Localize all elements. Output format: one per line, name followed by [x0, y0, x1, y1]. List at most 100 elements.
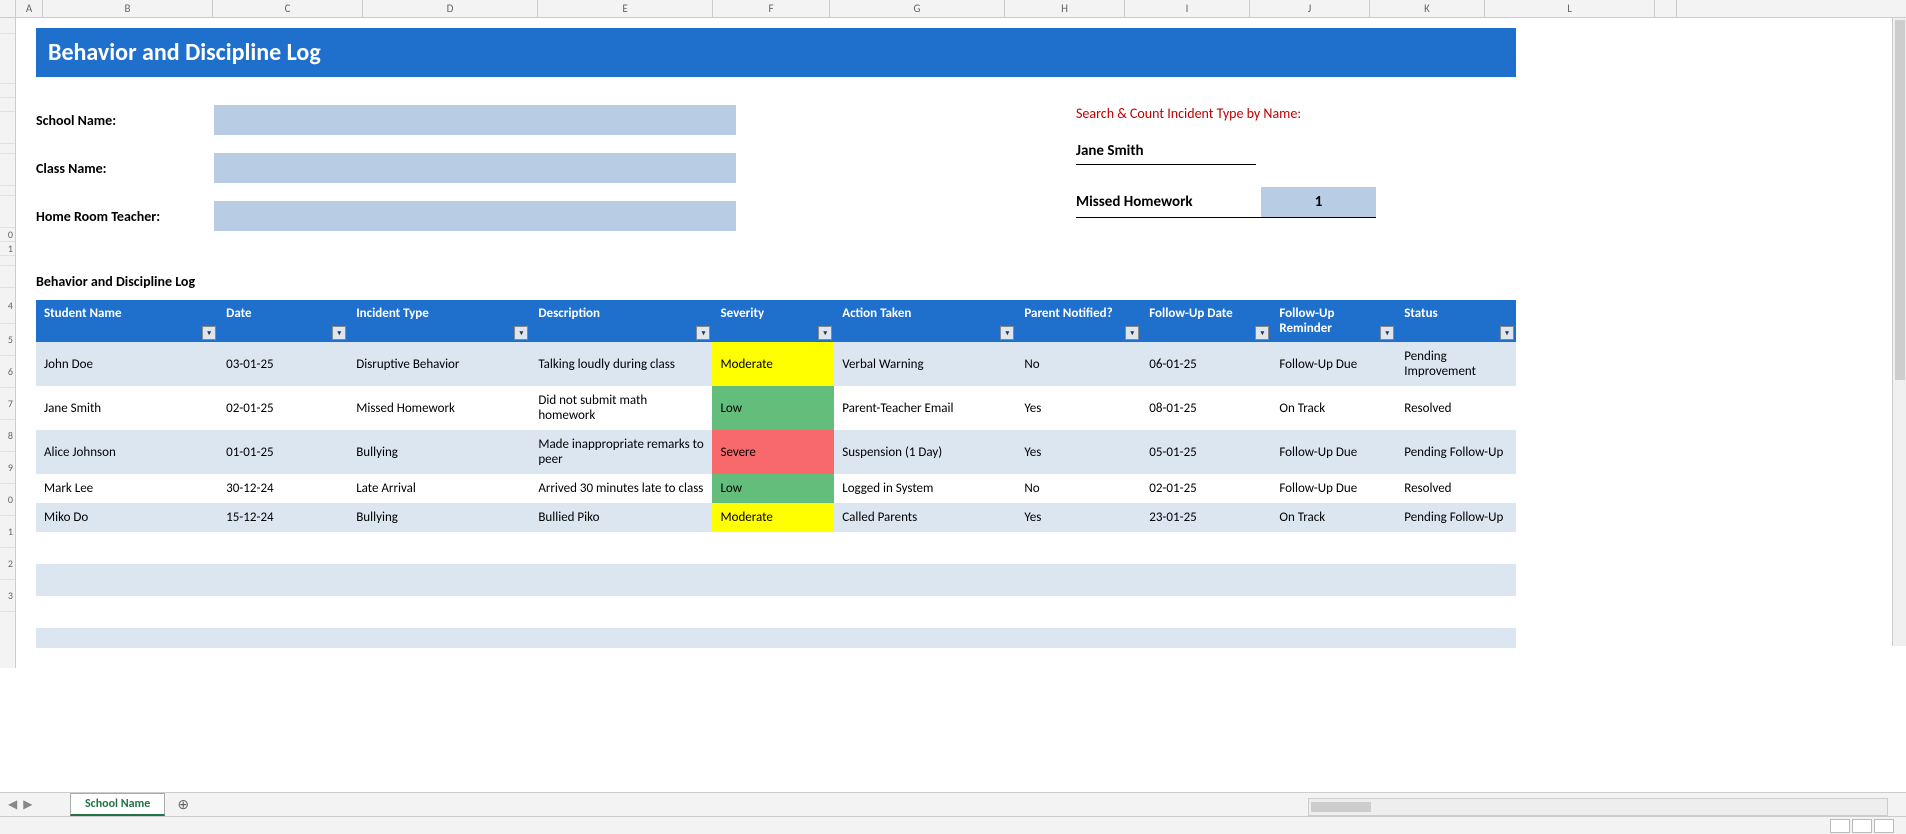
table-cell[interactable]: No [1016, 342, 1141, 386]
table-cell[interactable]: Called Parents [834, 503, 1016, 532]
table-cell[interactable]: 05-01-25 [1141, 430, 1271, 474]
tab-nav-arrows[interactable]: ◀ ▶ [0, 797, 70, 812]
col-header[interactable] [1655, 0, 1677, 17]
col-header[interactable]: J [1250, 0, 1370, 17]
table-cell[interactable]: John Doe [36, 342, 218, 386]
table-cell[interactable]: On Track [1271, 503, 1396, 532]
table-cell[interactable] [1396, 532, 1516, 564]
table-cell[interactable] [712, 564, 834, 596]
table-cell[interactable] [834, 628, 1016, 648]
row-header[interactable]: 5 [0, 324, 15, 356]
table-cell[interactable] [834, 564, 1016, 596]
filter-dropdown-icon[interactable]: ▾ [1000, 326, 1014, 340]
col-header[interactable]: A [16, 0, 43, 17]
table-cell[interactable]: 30-12-24 [218, 474, 348, 503]
row-header[interactable]: 6 [0, 356, 15, 388]
sheet-tab-active[interactable]: School Name [70, 793, 165, 816]
table-cell[interactable] [1396, 628, 1516, 648]
table-cell[interactable] [1141, 564, 1271, 596]
table-cell[interactable] [530, 532, 712, 564]
row-header[interactable]: 0 [0, 484, 15, 516]
table-cell[interactable]: No [1016, 474, 1141, 503]
table-cell[interactable] [1141, 596, 1271, 628]
table-row[interactable]: Mark Lee30-12-24Late ArrivalArrived 30 m… [36, 474, 1516, 503]
table-cell[interactable]: 08-01-25 [1141, 386, 1271, 430]
teacher-input[interactable] [214, 201, 736, 231]
table-cell[interactable]: Follow-Up Due [1271, 474, 1396, 503]
table-row[interactable] [36, 564, 1516, 596]
table-cell[interactable]: Moderate [712, 503, 834, 532]
col-header[interactable]: H [1005, 0, 1125, 17]
table-cell[interactable]: Low [712, 386, 834, 430]
row-header[interactable]: 0 [0, 228, 15, 242]
table-cell[interactable]: Moderate [712, 342, 834, 386]
table-cell[interactable] [218, 628, 348, 648]
table-row[interactable] [36, 628, 1516, 648]
table-cell[interactable] [1016, 596, 1141, 628]
table-cell[interactable]: Resolved [1396, 386, 1516, 430]
table-cell[interactable] [1016, 564, 1141, 596]
class-input[interactable] [214, 153, 736, 183]
filter-dropdown-icon[interactable]: ▾ [696, 326, 710, 340]
row-header[interactable]: 8 [0, 420, 15, 452]
col-header[interactable]: D [363, 0, 538, 17]
table-cell[interactable]: 02-01-25 [1141, 474, 1271, 503]
row-header[interactable]: 9 [0, 452, 15, 484]
table-cell[interactable] [834, 532, 1016, 564]
row-header[interactable] [0, 144, 15, 154]
filter-dropdown-icon[interactable]: ▾ [202, 326, 216, 340]
table-cell[interactable]: Pending Follow-Up [1396, 430, 1516, 474]
table-row[interactable]: John Doe03-01-25Disruptive BehaviorTalki… [36, 342, 1516, 386]
view-break-button[interactable] [1874, 819, 1894, 833]
table-cell[interactable] [36, 532, 218, 564]
table-cell[interactable] [348, 532, 530, 564]
row-header[interactable] [0, 112, 15, 144]
table-cell[interactable]: Low [712, 474, 834, 503]
table-cell[interactable]: Did not submit math homework [530, 386, 712, 430]
table-cell[interactable]: Bullied Piko [530, 503, 712, 532]
filter-dropdown-icon[interactable]: ▾ [818, 326, 832, 340]
table-cell[interactable]: Follow-Up Due [1271, 342, 1396, 386]
table-cell[interactable]: Yes [1016, 430, 1141, 474]
table-cell[interactable] [1396, 596, 1516, 628]
row-header[interactable]: 3 [0, 580, 15, 612]
col-header[interactable]: C [213, 0, 363, 17]
row-header[interactable]: 7 [0, 388, 15, 420]
table-cell[interactable]: Bullying [348, 430, 530, 474]
table-cell[interactable]: Disruptive Behavior [348, 342, 530, 386]
table-cell[interactable] [1271, 628, 1396, 648]
table-cell[interactable] [1141, 628, 1271, 648]
table-cell[interactable]: 01-01-25 [218, 430, 348, 474]
table-cell[interactable]: 23-01-25 [1141, 503, 1271, 532]
col-header[interactable]: E [538, 0, 713, 17]
table-cell[interactable] [1271, 596, 1396, 628]
table-cell[interactable]: Logged in System [834, 474, 1016, 503]
table-cell[interactable]: 02-01-25 [218, 386, 348, 430]
table-cell[interactable] [1016, 532, 1141, 564]
school-input[interactable] [214, 105, 736, 135]
row-header[interactable]: 1 [0, 242, 15, 256]
vertical-scrollbar[interactable] [1892, 18, 1906, 646]
table-row[interactable]: Miko Do15-12-24BullyingBullied PikoModer… [36, 503, 1516, 532]
row-header[interactable] [0, 186, 15, 196]
col-header[interactable] [0, 0, 16, 17]
row-header[interactable] [0, 98, 15, 112]
table-cell[interactable] [36, 564, 218, 596]
row-header[interactable]: 1 [0, 516, 15, 548]
row-header[interactable] [0, 34, 15, 84]
add-sheet-button[interactable]: ⊕ [177, 796, 189, 813]
table-cell[interactable] [1396, 564, 1516, 596]
table-cell[interactable] [1271, 532, 1396, 564]
table-cell[interactable]: 03-01-25 [218, 342, 348, 386]
table-cell[interactable]: Late Arrival [348, 474, 530, 503]
table-cell[interactable] [530, 628, 712, 648]
filter-dropdown-icon[interactable]: ▾ [1500, 326, 1514, 340]
table-cell[interactable] [218, 532, 348, 564]
row-header[interactable] [0, 266, 15, 288]
filter-dropdown-icon[interactable]: ▾ [1380, 326, 1394, 340]
row-header[interactable] [0, 18, 15, 34]
table-cell[interactable]: Missed Homework [348, 386, 530, 430]
table-cell[interactable] [712, 628, 834, 648]
search-name-input[interactable]: Jane Smith [1076, 142, 1256, 165]
table-cell[interactable]: Talking loudly during class [530, 342, 712, 386]
